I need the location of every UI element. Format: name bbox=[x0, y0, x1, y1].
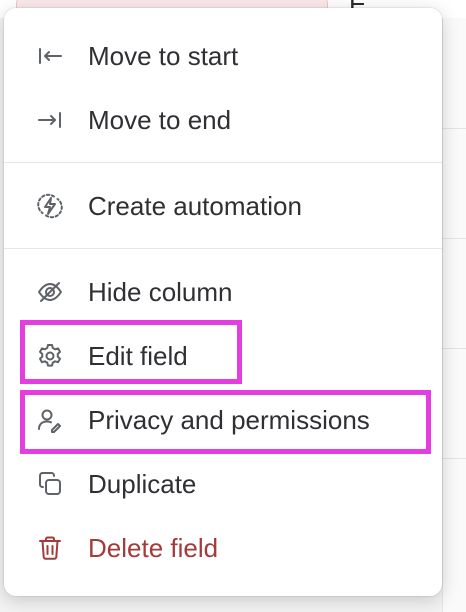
menu-separator bbox=[4, 162, 442, 163]
menu-item-duplicate[interactable]: Duplicate bbox=[4, 456, 442, 512]
background-row-divider bbox=[442, 348, 466, 349]
trash-icon bbox=[36, 534, 64, 562]
menu-item-label: Create automation bbox=[88, 191, 302, 221]
menu-item-create-automation[interactable]: Create automation bbox=[4, 178, 442, 234]
background-row-divider bbox=[442, 128, 466, 129]
menu-item-delete-field[interactable]: Delete field bbox=[4, 520, 442, 576]
arrow-to-end-icon bbox=[36, 106, 64, 134]
menu-item-label: Move to end bbox=[88, 105, 232, 135]
highlight-box-privacy-and-permissions bbox=[20, 390, 431, 454]
menu-item-label: Delete field bbox=[88, 533, 219, 563]
menu-item-label: Move to start bbox=[88, 41, 239, 71]
eye-off-icon bbox=[36, 278, 64, 306]
menu-separator bbox=[4, 248, 442, 249]
background-row-divider bbox=[442, 458, 466, 459]
menu-item-move-to-end[interactable]: Move to end bbox=[4, 92, 442, 148]
background-right-column bbox=[442, 18, 466, 612]
menu-item-label: Duplicate bbox=[88, 469, 197, 499]
menu-item-hide-column[interactable]: Hide column bbox=[4, 264, 442, 320]
highlight-box-edit-field bbox=[20, 320, 242, 384]
background-row-divider bbox=[442, 238, 466, 239]
arrow-to-start-icon bbox=[36, 42, 64, 70]
duplicate-icon bbox=[36, 470, 64, 498]
automation-bolt-icon bbox=[36, 192, 64, 220]
column-context-menu: Move to start Move to end Create automat… bbox=[4, 8, 442, 596]
menu-item-label: Hide column bbox=[88, 277, 233, 307]
menu-item-move-to-start[interactable]: Move to start bbox=[4, 28, 442, 84]
